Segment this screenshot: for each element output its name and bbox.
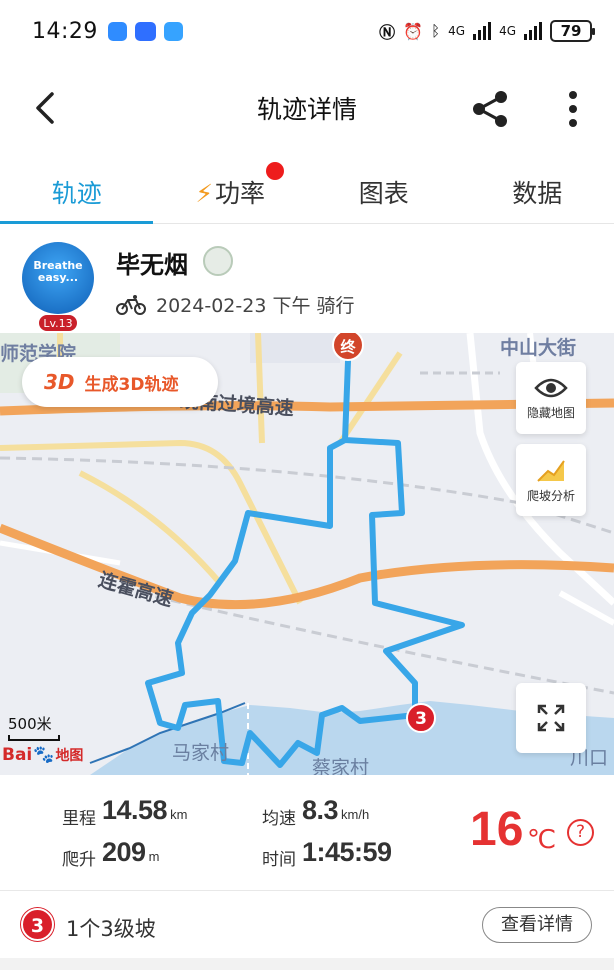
distance-number: 14.58 [102, 795, 168, 825]
logo-text-2: 地图 [55, 748, 84, 764]
tab-track-label: 轨迹 [51, 179, 102, 208]
avg-speed-number: 8.3 [302, 795, 339, 825]
hide-map-button[interactable]: 隐藏地图 [516, 362, 586, 434]
weather-app-icon [163, 21, 183, 41]
page-title: 轨迹详情 [256, 95, 357, 124]
climb-marker-label: 3 [415, 709, 427, 729]
3d-icon: 3D [44, 370, 75, 394]
fullscreen-button[interactable] [516, 683, 586, 753]
signal-icon-2 [524, 22, 542, 40]
status-bar: 14:29 Ⓝ ⏰ ᛒ 4G 4G 79 [0, 0, 614, 62]
logo-text-1: Bai [2, 745, 33, 765]
status-time: 14:29 [32, 18, 98, 44]
time-label: 时间 [262, 850, 296, 870]
distance-unit: km [170, 807, 188, 822]
distance-label: 里程 [62, 809, 96, 829]
climb-value: 209 m [102, 837, 159, 868]
eye-icon [534, 378, 568, 397]
activity-meta: 2024-02-23 下午 骑行 [156, 295, 355, 317]
end-marker-label: 终 [340, 338, 356, 356]
track-map[interactable]: 师范学院 中山大街 绕南过境高速 连霍高速 马家村 蔡家村 川口 终 3 3D … [0, 333, 614, 775]
tab-data-label: 数据 [512, 179, 563, 208]
bicycle-icon [116, 295, 146, 315]
tab-power[interactable]: ⚡功率 [154, 154, 308, 223]
tab-power-label: 功率 [215, 179, 266, 208]
temperature-unit: ℃ [527, 825, 557, 855]
scale-bar [8, 735, 60, 741]
map-label-village1: 马家村 [172, 742, 230, 764]
share-button[interactable] [470, 88, 512, 130]
climb-marker[interactable]: 3 [406, 703, 436, 733]
climb-summary-text: 1个3级坡 [66, 917, 156, 941]
tab-chart[interactable]: 图表 [307, 154, 461, 223]
network-type-2: 4G [499, 24, 516, 38]
tab-chart-label: 图表 [358, 179, 409, 208]
stats-panel: 里程 14.58 km 爬升 209 m 均速 8.3 km/h 时间 1:45:59… [0, 775, 614, 891]
nfc-icon: Ⓝ [379, 23, 396, 42]
alarm-app-icon [107, 21, 127, 41]
avg-speed-value: 8.3 km/h [302, 795, 369, 826]
climb-level-badge: 3 [21, 908, 54, 941]
more-options-button[interactable] [560, 88, 586, 130]
bluetooth-icon: ᛒ [431, 22, 441, 40]
news-app-icon [134, 21, 156, 41]
avatar[interactable]: Breathe easy... Lv.13 [22, 242, 94, 332]
notification-dot [265, 162, 284, 180]
climb-label: 爬升 [62, 850, 96, 870]
tab-bar: 轨迹 ⚡功率 图表 数据 [0, 154, 614, 224]
climb-analysis-button[interactable]: 爬坡分析 [516, 444, 586, 516]
mountain-icon [537, 459, 565, 482]
temperature-value: 16 [470, 803, 524, 856]
view-details-button[interactable]: 查看详情 [482, 907, 592, 943]
alarm-icon: ⏰ [403, 21, 424, 41]
hide-map-label: 隐藏地图 [526, 405, 575, 420]
map-label-village2: 蔡家村 [312, 757, 370, 775]
generate-3d-label: 生成3D轨迹 [84, 374, 179, 395]
lightning-icon: ⚡ [195, 179, 214, 208]
back-button[interactable] [30, 90, 64, 126]
app-header: 轨迹详情 [0, 62, 614, 154]
level-badge: Lv.13 [38, 314, 78, 332]
time-value: 1:45:59 [302, 837, 392, 867]
avatar-text: Breathe easy... [33, 259, 83, 284]
avg-speed-unit: km/h [341, 807, 370, 822]
climb-unit: m [148, 849, 160, 864]
baidu-map-logo: Bai 🐾 地图 [2, 745, 83, 765]
tab-track[interactable]: 轨迹 [0, 154, 154, 224]
activity-profile: Breathe easy... Lv.13 毕无烟 2024-02-23 下午 … [0, 225, 614, 333]
medal-icon [203, 246, 233, 276]
avg-speed-label: 均速 [262, 809, 296, 829]
status-app-icons [107, 21, 183, 41]
status-indicators: Ⓝ ⏰ ᛒ 4G 4G 79 [379, 19, 595, 43]
username[interactable]: 毕无烟 [116, 245, 188, 280]
network-type-1: 4G [448, 24, 466, 38]
map-label-street: 中山大街 [500, 337, 577, 359]
climb-number: 209 [102, 837, 146, 867]
signal-icon [473, 22, 492, 40]
help-icon[interactable]: ? [567, 819, 594, 846]
scale-label: 500米 [8, 715, 52, 733]
tab-data[interactable]: 数据 [461, 154, 614, 223]
generate-3d-button[interactable]: 3D 生成3D轨迹 [22, 357, 218, 407]
climb-analysis-label: 爬坡分析 [526, 488, 575, 503]
climb-summary-row: 3 1个3级坡 查看详情 [0, 892, 614, 958]
distance-value: 14.58 km [102, 795, 187, 826]
battery-icon: 79 [550, 20, 595, 42]
paw-icon: 🐾 [33, 745, 55, 765]
expand-icon [537, 704, 565, 732]
bottom-divider [0, 958, 614, 970]
